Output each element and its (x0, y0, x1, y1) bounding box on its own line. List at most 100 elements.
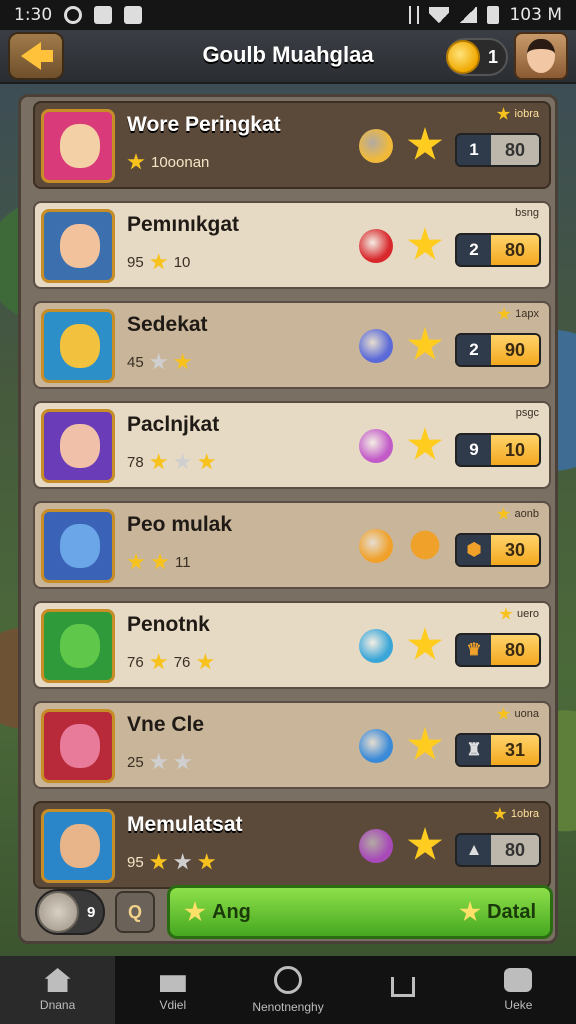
nav-house[interactable] (346, 956, 461, 1024)
hero-name: Wore Peringkat (127, 113, 281, 136)
ranking-row[interactable]: Penotnk 76 76 uero ♛ 80 (33, 601, 551, 689)
item-icon (359, 129, 393, 163)
hero-sub: 95 (127, 853, 216, 871)
rank-score: 10 (491, 435, 539, 465)
star-icon (407, 627, 443, 660)
hero-sub-left: 95 (127, 853, 144, 871)
top-bar: Goulb Muahglaa 1 (0, 30, 576, 84)
avatar[interactable] (514, 32, 568, 80)
coin-counter[interactable]: 1 (446, 38, 508, 76)
hero-face-icon (60, 524, 100, 568)
star-icon (407, 827, 443, 860)
hero-portrait (41, 709, 115, 783)
swap-button[interactable]: 9 (35, 889, 105, 935)
bottom-nav: Dnana Vdiel Nenotnenghy Ueke (0, 956, 576, 1024)
rating-star (407, 327, 443, 367)
hero-sub: 95 10 (127, 253, 190, 271)
status-bar: 1:30 103 M (0, 0, 576, 30)
hero-sub: 11 (127, 553, 191, 571)
ranking-row[interactable]: Sedekat 45 1apx 2 90 (33, 301, 551, 389)
star-icon (407, 127, 443, 160)
rank-score: 80 (491, 135, 539, 165)
hero-face-icon (60, 724, 100, 768)
star-icon (497, 307, 511, 320)
rank-score: 30 (491, 535, 539, 565)
hero-name: Penotnk (127, 613, 210, 636)
star-icon (174, 753, 192, 770)
hero-portrait (41, 209, 115, 283)
coin-icon (446, 40, 480, 74)
rank-box: ♛ 80 (455, 633, 541, 667)
nav-center[interactable]: Nenotnenghy (230, 956, 345, 1024)
hero-sub-left: 76 (127, 653, 144, 671)
ranking-row[interactable]: Pemınıkgat 95 10 bsng 2 80 (33, 201, 551, 289)
star-icon (499, 607, 513, 620)
hero-portrait (41, 309, 115, 383)
star-icon (150, 353, 168, 370)
star-icon (150, 853, 168, 870)
star-icon (196, 653, 215, 670)
chat-icon (504, 968, 533, 992)
item-icon (359, 829, 393, 863)
swap-count: 9 (87, 903, 96, 921)
rank-badge: ♛ (457, 635, 491, 665)
hero-sub-left: 25 (127, 753, 144, 771)
rank-tag-label: aonb (514, 508, 539, 520)
rank-tag: aonb (496, 507, 539, 521)
rating-gear (407, 527, 443, 567)
item-icon (359, 429, 393, 463)
action-right-label: Datal (487, 900, 536, 923)
battery-icon (487, 6, 500, 24)
action-left-label: Ang (212, 900, 251, 923)
ranking-row[interactable]: Peo mulak 11 aonb ⬢ 30 (33, 501, 551, 589)
hero-sub: 76 76 (127, 653, 215, 671)
nav-home-label: Dnana (39, 998, 76, 1012)
circle-icon (274, 966, 302, 994)
ranking-row[interactable]: Wore Peringkat 10oonan iobra 1 80 (33, 101, 551, 189)
rank-badge: ▲ (457, 835, 491, 865)
nav-shop[interactable]: Vdiel (115, 956, 230, 1024)
rank-box: ▲ 80 (455, 833, 541, 867)
rank-tag: uero (499, 607, 539, 621)
app-notification-icon (94, 6, 113, 24)
ranking-row[interactable]: Paclnjkat 78 psgc 9 10 (33, 401, 551, 489)
ranking-panel: Wore Peringkat 10oonan iobra 1 80 Pemınık… (18, 94, 558, 944)
info-button[interactable]: Q (115, 891, 155, 933)
rank-tag-label: psgc (515, 407, 539, 419)
star-icon (127, 553, 145, 570)
hero-name: Pemınıkgat (127, 213, 240, 236)
notification-icon (64, 6, 83, 24)
rank-tag-label: bsng (515, 207, 539, 219)
nav-chat[interactable]: Ueke (461, 956, 576, 1024)
ranking-row[interactable]: Vne Cle 25 uona ♜ 31 (33, 701, 551, 789)
star-icon (198, 453, 216, 470)
gear-icon (410, 530, 440, 560)
nav-center-label: Nenotnenghy (252, 1000, 324, 1014)
rank-number: 2 (457, 335, 491, 365)
ranking-row[interactable]: Memulatsat 95 1obra ▲ 80 (33, 801, 551, 889)
star-icon (407, 327, 443, 360)
rank-number: 2 (457, 235, 491, 265)
rank-number: 1 (457, 135, 491, 165)
rank-tag-label: iobra (514, 108, 539, 120)
hero-portrait (41, 409, 115, 483)
rating-star (407, 227, 443, 267)
status-right-text: 103 M (509, 5, 562, 25)
star-icon (174, 353, 192, 370)
star-icon (407, 727, 443, 760)
rank-tag: 1obra (493, 807, 539, 821)
hero-portrait (41, 509, 115, 583)
star-icon (496, 507, 511, 520)
hero-name: Memulatsat (127, 813, 243, 836)
nav-home[interactable]: Dnana (0, 956, 116, 1024)
hero-sub-right: 10 (173, 253, 191, 271)
action-button[interactable]: Ang Datal (167, 885, 553, 939)
star-icon (174, 453, 192, 470)
home-icon (44, 968, 71, 992)
rating-star (407, 427, 443, 467)
rating-star (407, 727, 443, 767)
hero-sub-left: 45 (127, 353, 144, 371)
hero-sub-left: 78 (127, 453, 144, 471)
star-icon (150, 753, 168, 770)
star-icon (493, 807, 507, 820)
